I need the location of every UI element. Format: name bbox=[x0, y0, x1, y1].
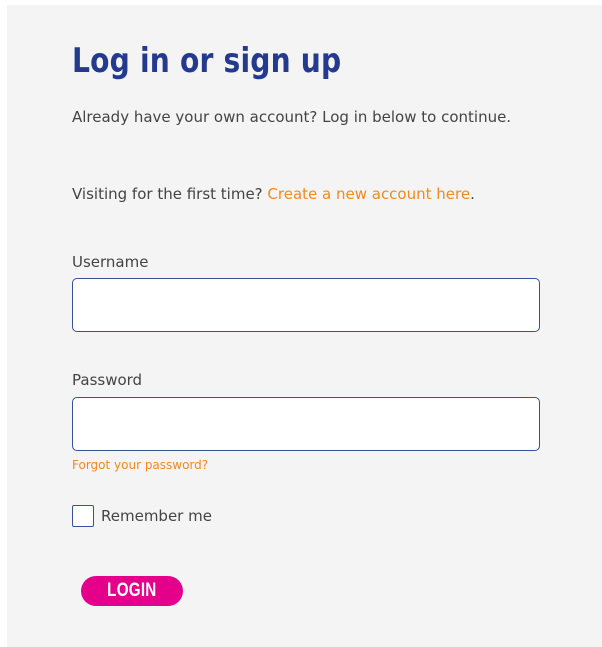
login-button[interactable]: LOGIN bbox=[81, 576, 183, 606]
forgot-password-link[interactable]: Forgot your password? bbox=[72, 458, 208, 472]
password-label: Password bbox=[72, 371, 143, 389]
first-visit-prefix: Visiting for the first time? bbox=[72, 185, 268, 203]
login-button-label: LOGIN bbox=[107, 580, 157, 601]
username-input[interactable] bbox=[72, 278, 540, 332]
login-panel: Log in or sign up Already have your own … bbox=[7, 5, 602, 647]
password-input[interactable] bbox=[72, 397, 540, 451]
remember-me-checkbox[interactable] bbox=[72, 505, 94, 527]
username-label: Username bbox=[72, 253, 149, 271]
first-visit-text: Visiting for the first time? Create a ne… bbox=[72, 183, 475, 206]
page-title: Log in or sign up bbox=[72, 41, 342, 81]
remember-me-label: Remember me bbox=[101, 507, 212, 525]
first-visit-suffix: . bbox=[470, 185, 475, 203]
intro-text: Already have your own account? Log in be… bbox=[72, 108, 512, 126]
remember-me-option[interactable]: Remember me bbox=[72, 505, 212, 527]
create-account-link[interactable]: Create a new account here bbox=[267, 185, 470, 203]
